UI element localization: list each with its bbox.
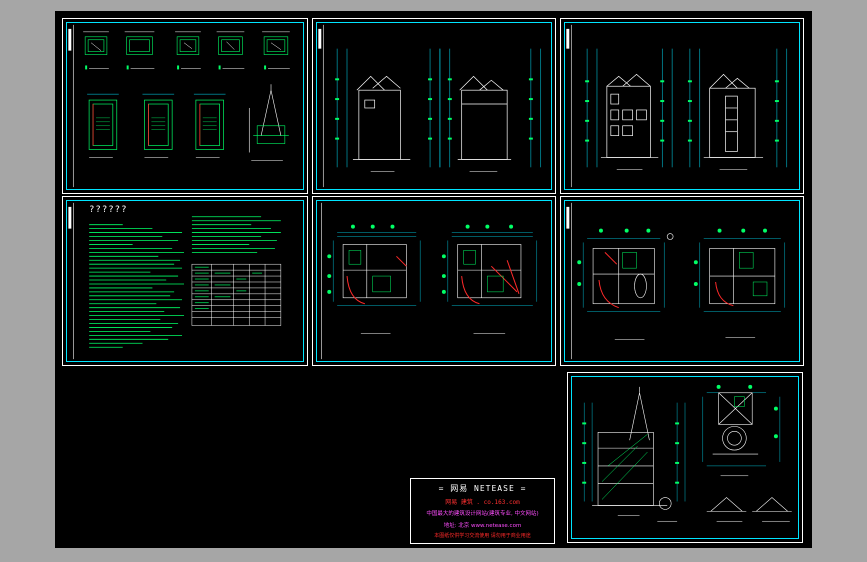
- sheet-elevations-1[interactable]: [312, 18, 556, 194]
- elevations-1-drawing: [318, 24, 542, 188]
- section-roof-details-drawing: [582, 384, 792, 522]
- sheet-floor-plans-1[interactable]: [312, 196, 556, 366]
- sheet-section-roof-details[interactable]: [567, 372, 803, 543]
- sheet-elevations-2[interactable]: [560, 18, 804, 194]
- cad-drawing-viewport[interactable]: ?????? = 网易 NETEASE = 网易 建筑 . co.163.com…: [55, 11, 812, 548]
- sheet-typical-plans[interactable]: [62, 18, 308, 194]
- floor-plans-2-drawing: [566, 202, 785, 360]
- stamp-site-line: 网易 建筑 . co.163.com: [445, 499, 520, 507]
- stamp-address-line: 地址: 北京 www.netease.com: [443, 522, 522, 529]
- stamp-brand-line: = 网易 NETEASE =: [438, 483, 527, 493]
- typical-plans-drawing: [68, 24, 290, 188]
- elevations-2-drawing: [566, 24, 788, 188]
- sheet-design-notes[interactable]: ??????: [62, 196, 308, 366]
- stamp-disclaimer-line: 本图纸仅供学习交流使用 请勿用于商业用途: [434, 533, 531, 540]
- design-notes-text-block: [68, 202, 282, 360]
- sheet-floor-plans-2[interactable]: [560, 196, 804, 366]
- title-block-stamp: = 网易 NETEASE = 网易 建筑 . co.163.com 中国最大的建…: [410, 478, 555, 544]
- floor-plans-1-drawing: [321, 202, 537, 360]
- stamp-description-line: 中国最大的建筑设计网站(建筑专业, 中文网站): [426, 511, 539, 518]
